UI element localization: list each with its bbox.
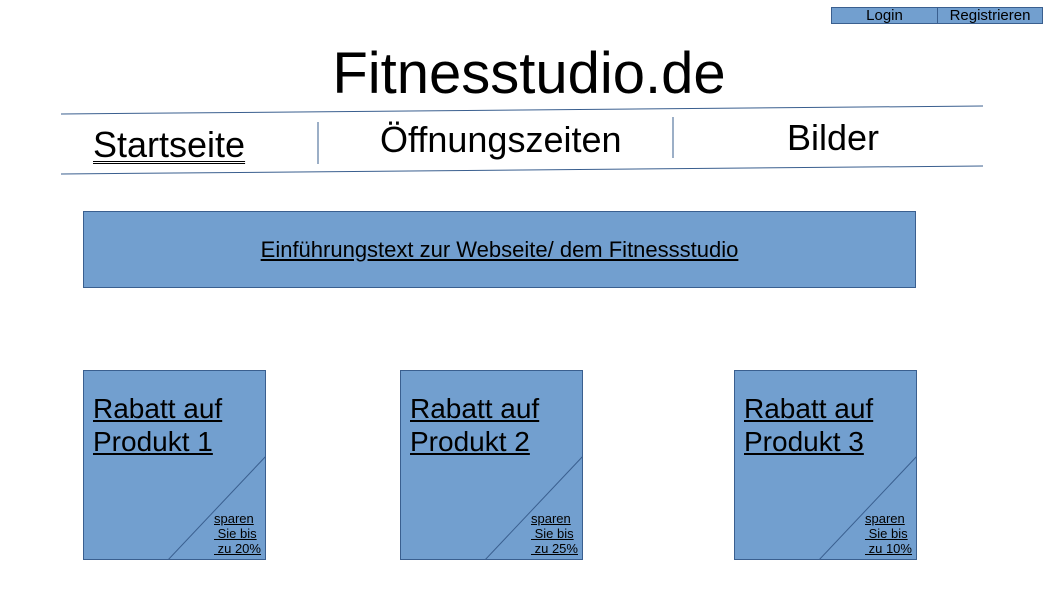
product-card-title: Rabatt auf Produkt 1 <box>93 393 223 457</box>
product-card-discount-note: sparen Sie bis zu 20% <box>214 511 261 556</box>
intro-text-link[interactable]: Einführungstext zur Webseite/ dem Fitnes… <box>261 237 739 263</box>
nav-item-startseite[interactable]: Startseite <box>93 124 245 166</box>
product-card-2[interactable]: Rabatt auf Produkt 2 sparen Sie bis zu 2… <box>400 370 583 560</box>
login-button[interactable]: Login <box>832 8 938 23</box>
register-button[interactable]: Registrieren <box>938 8 1042 23</box>
nav-item-bilder[interactable]: Bilder <box>787 117 879 159</box>
product-card-discount-note: sparen Sie bis zu 10% <box>865 511 912 556</box>
auth-bar: Login Registrieren <box>831 7 1043 24</box>
product-card-title: Rabatt auf Produkt 3 <box>744 393 874 457</box>
product-card-3[interactable]: Rabatt auf Produkt 3 sparen Sie bis zu 1… <box>734 370 917 560</box>
nav-bottom-line <box>60 165 984 175</box>
intro-banner: Einführungstext zur Webseite/ dem Fitnes… <box>83 211 916 288</box>
nav-top-line <box>60 105 984 115</box>
site-title: Fitnesstudio.de <box>332 41 726 106</box>
product-card-discount-note: sparen Sie bis zu 25% <box>531 511 578 556</box>
product-card-1[interactable]: Rabatt auf Produkt 1 sparen Sie bis zu 2… <box>83 370 266 560</box>
product-card-title: Rabatt auf Produkt 2 <box>410 393 540 457</box>
nav-item-oeffnungszeiten[interactable]: Öffnungszeiten <box>380 119 622 161</box>
